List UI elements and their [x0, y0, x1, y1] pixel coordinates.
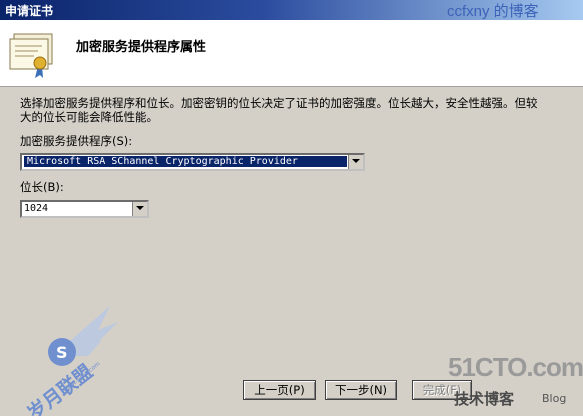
back-button[interactable]: 上一页(P) [243, 380, 316, 400]
csp-select[interactable]: Microsoft RSA SChannel Cryptographic Pro… [20, 153, 365, 171]
csp-selected-value: Microsoft RSA SChannel Cryptographic Pro… [24, 156, 347, 167]
csp-label: 加密服务提供程序(S): [20, 134, 133, 148]
wizard-header: 加密服务提供程序属性 [0, 20, 583, 87]
window-title: 申请证书 [5, 4, 54, 18]
logo-subtitle: 技术博客 [454, 390, 515, 408]
logo-blog: Blog [542, 392, 567, 405]
chevron-down-icon[interactable] [348, 155, 363, 169]
51cto-watermark-logo: 51CTO.com 技术博客 Blog [448, 352, 583, 416]
chevron-down-icon[interactable] [132, 202, 147, 216]
certificate-icon [9, 33, 53, 78]
description-text: 选择加密服务提供程序和位长。加密密钥的位长决定了证书的加密强度。位长越大，安全性… [20, 96, 538, 124]
next-button[interactable]: 下一步(N) [325, 380, 397, 400]
bit-length-label: 位长(B): [20, 180, 64, 194]
syue-watermark-logo: S 岁月联盟 www.syue.com [23, 306, 118, 416]
watermark-blog-name: ccfxny 的博客 [447, 3, 539, 20]
bit-length-selected-value: 1024 [24, 203, 49, 214]
logo-brand: 51CTO.com [448, 352, 583, 382]
page-title: 加密服务提供程序属性 [76, 40, 207, 55]
svg-text:S: S [56, 343, 68, 362]
bit-length-select[interactable]: 1024 [20, 200, 149, 218]
